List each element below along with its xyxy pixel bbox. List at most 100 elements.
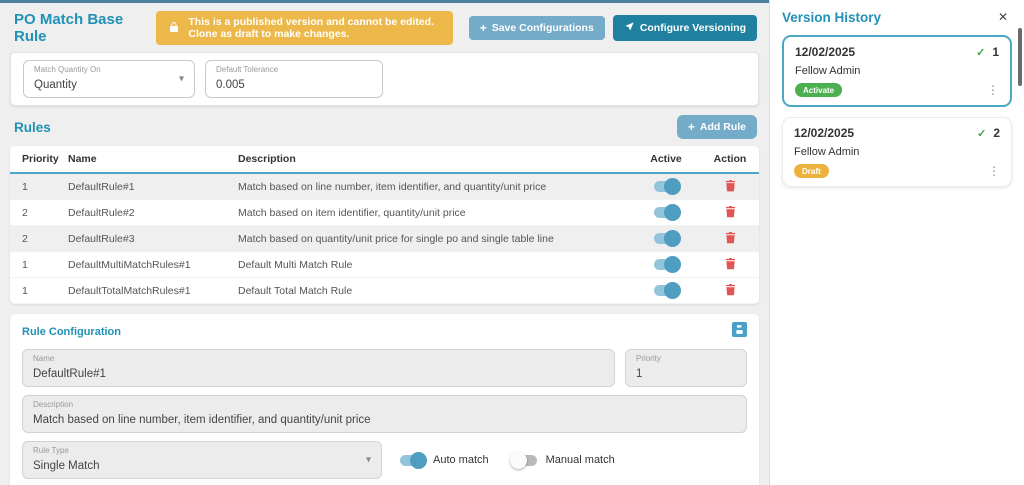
main-content: PO Match Base Rule This is a published v…	[0, 0, 769, 485]
configure-versioning-button[interactable]: Configure Versioning	[613, 15, 757, 41]
version-number: 2	[993, 126, 1000, 140]
save-configurations-label: Save Configurations	[492, 22, 594, 34]
rule-configuration-heading: Rule Configuration	[22, 326, 121, 338]
versioning-icon	[624, 21, 635, 35]
rule-name-value: DefaultRule#1	[33, 368, 106, 380]
default-tolerance-label: Default Tolerance	[216, 65, 372, 74]
rules-table-header: Priority Name Description Active Action	[10, 146, 759, 174]
rule-type-value: Single Match	[33, 460, 99, 472]
plus-icon: +	[480, 22, 487, 34]
rules-table: Priority Name Description Active Action …	[10, 146, 759, 304]
delete-icon[interactable]	[725, 205, 736, 218]
col-description: Description	[238, 153, 631, 165]
version-history-panel: Version History ✕ 12/02/2025 ✓ 1 Fellow …	[769, 0, 1024, 485]
banner-text: This is a published version and cannot b…	[188, 16, 440, 40]
rule-description: Match based on quantity/unit price for s…	[238, 233, 631, 245]
rule-name: DefaultMultiMatchRules#1	[68, 259, 238, 271]
app-root: PO Match Base Rule This is a published v…	[0, 0, 1024, 485]
rule-name-label: Name	[33, 354, 604, 363]
version-author: Fellow Admin	[794, 146, 1000, 158]
rule-name: DefaultRule#2	[68, 207, 238, 219]
check-icon: ✓	[977, 127, 986, 140]
match-quantity-on-value: Quantity	[34, 79, 77, 91]
rules-heading: Rules	[14, 120, 51, 135]
auto-match-toggle[interactable]	[400, 455, 424, 466]
table-row[interactable]: 1 DefaultRule#1 Match based on line numb…	[10, 174, 759, 200]
rule-description: Match based on item identifier, quantity…	[238, 207, 631, 219]
rule-configuration-card: Rule Configuration Name DefaultRule#1 Pr…	[10, 314, 759, 485]
kebab-menu-icon[interactable]: ⋮	[988, 165, 1000, 177]
auto-match-label: Auto match	[433, 454, 489, 466]
active-toggle[interactable]	[654, 207, 678, 218]
table-row[interactable]: 1 DefaultMultiMatchRules#1 Default Multi…	[10, 252, 759, 278]
match-quantity-on-select[interactable]: Match Quantity On Quantity ▾	[23, 60, 195, 98]
rule-priority: 1	[10, 259, 68, 271]
rule-priority: 1	[10, 181, 68, 193]
rule-description: Default Total Match Rule	[238, 285, 631, 297]
version-history-heading: Version History	[782, 10, 881, 25]
name-priority-row: Name DefaultRule#1 Priority 1	[22, 349, 747, 387]
save-configurations-button[interactable]: + Save Configurations	[469, 16, 605, 40]
rule-priority-value: 1	[636, 368, 642, 380]
rule-description: Match based on line number, item identif…	[238, 181, 631, 193]
delete-icon[interactable]	[725, 283, 736, 296]
rule-type-select[interactable]: Rule Type Single Match ▾	[22, 441, 382, 479]
rule-name: DefaultRule#3	[68, 233, 238, 245]
close-icon[interactable]: ✕	[994, 8, 1012, 26]
delete-icon[interactable]	[725, 179, 736, 192]
col-name: Name	[68, 153, 238, 165]
configure-versioning-label: Configure Versioning	[640, 22, 746, 34]
version-author: Fellow Admin	[795, 65, 999, 77]
rule-name-field[interactable]: Name DefaultRule#1	[22, 349, 615, 387]
filters-card: Match Quantity On Quantity ▾ Default Tol…	[10, 52, 759, 106]
rule-type-row: Rule Type Single Match ▾ Auto match Manu…	[22, 441, 747, 479]
table-row[interactable]: 1 DefaultTotalMatchRules#1 Default Total…	[10, 278, 759, 304]
rule-description-label: Description	[33, 400, 736, 409]
table-row[interactable]: 2 DefaultRule#3 Match based on quantity/…	[10, 226, 759, 252]
page-header: PO Match Base Rule This is a published v…	[0, 3, 769, 50]
lock-icon	[168, 21, 180, 36]
activate-badge[interactable]: Activate	[795, 83, 842, 97]
delete-icon[interactable]	[725, 231, 736, 244]
rule-priority: 2	[10, 233, 68, 245]
manual-match-label: Manual match	[546, 454, 615, 466]
version-date: 12/02/2025	[795, 45, 855, 59]
col-active: Active	[631, 153, 701, 165]
add-rule-label: Add Rule	[700, 121, 746, 133]
chevron-down-icon: ▾	[179, 74, 184, 85]
manual-match-toggle[interactable]	[513, 455, 537, 466]
match-quantity-on-label: Match Quantity On	[34, 65, 184, 74]
rule-description: Default Multi Match Rule	[238, 259, 631, 271]
scrollbar[interactable]	[1018, 28, 1022, 86]
active-toggle[interactable]	[654, 285, 678, 296]
version-date: 12/02/2025	[794, 126, 854, 140]
rule-priority: 1	[10, 285, 68, 297]
rule-name: DefaultRule#1	[68, 181, 238, 193]
version-history-header: Version History ✕	[782, 8, 1012, 26]
kebab-menu-icon[interactable]: ⋮	[987, 84, 999, 96]
rule-description-value: Match based on line number, item identif…	[33, 414, 371, 426]
rule-type-label: Rule Type	[33, 446, 371, 455]
delete-icon[interactable]	[725, 257, 736, 270]
version-card[interactable]: 12/02/2025 ✓ 1 Fellow Admin Activate ⋮	[782, 35, 1012, 107]
check-icon: ✓	[976, 46, 985, 59]
active-toggle[interactable]	[654, 233, 678, 244]
rule-priority-field[interactable]: Priority 1	[625, 349, 747, 387]
version-number: 1	[992, 45, 999, 59]
rule-description-field[interactable]: Description Match based on line number, …	[22, 395, 747, 433]
table-row[interactable]: 2 DefaultRule#2 Match based on item iden…	[10, 200, 759, 226]
version-card[interactable]: 12/02/2025 ✓ 2 Fellow Admin Draft ⋮	[782, 117, 1012, 187]
default-tolerance-field[interactable]: Default Tolerance 0.005	[205, 60, 383, 98]
draft-badge[interactable]: Draft	[794, 164, 829, 178]
default-tolerance-value: 0.005	[216, 79, 245, 91]
published-warning-banner: This is a published version and cannot b…	[156, 11, 452, 45]
rule-name: DefaultTotalMatchRules#1	[68, 285, 238, 297]
col-action: Action	[701, 153, 759, 165]
rule-configuration-header: Rule Configuration	[22, 322, 747, 342]
save-icon[interactable]	[732, 322, 747, 342]
active-toggle[interactable]	[654, 181, 678, 192]
add-rule-button[interactable]: + Add Rule	[677, 115, 757, 139]
active-toggle[interactable]	[654, 259, 678, 270]
col-priority: Priority	[10, 153, 68, 165]
page-title: PO Match Base Rule	[14, 11, 148, 45]
